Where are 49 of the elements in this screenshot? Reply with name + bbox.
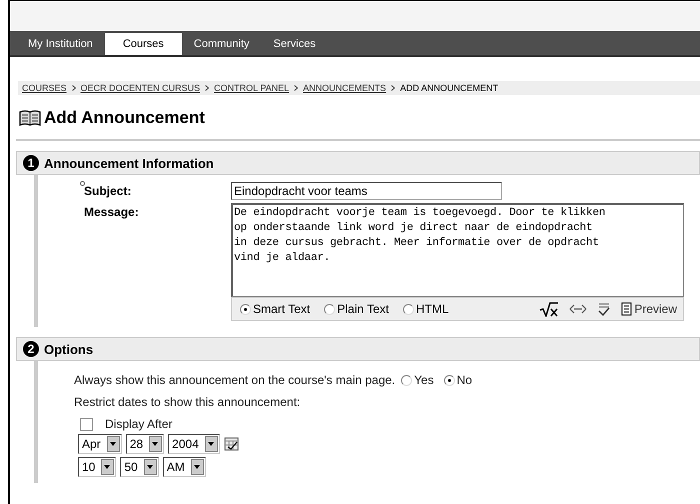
breadcrumb-link[interactable]: ANNOUNCEMENTS bbox=[303, 83, 386, 93]
radio-button[interactable] bbox=[444, 374, 455, 386]
radio-label: Plain Text bbox=[337, 302, 389, 316]
dropdown[interactable]: 50 bbox=[120, 457, 159, 477]
chevron-icon bbox=[205, 85, 210, 91]
dropdown[interactable]: Apr bbox=[78, 434, 122, 454]
checkbox-label: Display After bbox=[105, 417, 172, 431]
radio-label: Yes bbox=[414, 373, 434, 387]
radio-button[interactable] bbox=[401, 374, 412, 386]
radio-button[interactable] bbox=[240, 304, 251, 314]
radio-label: HTML bbox=[416, 302, 449, 316]
nav-tab[interactable]: My Institution bbox=[16, 33, 105, 55]
nav-tab[interactable]: Community bbox=[182, 33, 262, 55]
option-text: Restrict dates to show this announcement: bbox=[74, 395, 300, 409]
square-root-icon[interactable] bbox=[539, 301, 560, 317]
chevron-icon bbox=[391, 85, 396, 91]
page-title: Add Announcement bbox=[44, 108, 205, 128]
breadcrumb-link[interactable]: CONTROL PANEL bbox=[214, 83, 290, 93]
dropdown[interactable]: 28 bbox=[126, 434, 164, 454]
field-label: Message: bbox=[84, 204, 140, 221]
dropdown[interactable]: 10 bbox=[78, 457, 116, 477]
nav-tab[interactable]: Courses bbox=[104, 33, 182, 55]
dropdown[interactable]: AM bbox=[162, 457, 206, 477]
book-icon bbox=[19, 109, 41, 127]
input-field[interactable]: Eindopdracht voor teams bbox=[231, 182, 502, 200]
section-title: Announcement Information bbox=[44, 156, 214, 170]
breadcrumb-current: ADD ANNOUNCEMENT bbox=[400, 83, 498, 93]
breadcrumb-link[interactable]: COURSES bbox=[22, 83, 67, 93]
preview-button[interactable]: Preview bbox=[621, 302, 677, 316]
message-field[interactable]: De eindopdracht voorje team is toegevoegd. Door te klikken op onderstaande link word je direct naar de eindopdracht in deze cursus gebracht. Meer informatie over de opdracht vind je aldaar. bbox=[231, 203, 684, 297]
section-title: Options bbox=[44, 342, 94, 356]
radio-label: No bbox=[456, 373, 472, 387]
checkbox[interactable] bbox=[80, 418, 93, 430]
chevron-icon bbox=[294, 85, 298, 91]
nav-tab[interactable]: Services bbox=[261, 33, 328, 55]
step-number: 2 bbox=[23, 341, 39, 357]
field-label: Subject: bbox=[84, 184, 132, 198]
step-number: 1 bbox=[23, 155, 39, 171]
radio-button[interactable] bbox=[324, 304, 336, 314]
link-arrows-icon[interactable] bbox=[569, 304, 588, 314]
document-icon bbox=[621, 302, 634, 316]
radio-button[interactable] bbox=[402, 304, 414, 314]
radio-label: Smart Text bbox=[253, 302, 310, 316]
chevron-icon bbox=[72, 85, 76, 91]
option-text: Always show this announcement on the course's main page. bbox=[74, 373, 396, 387]
calendar-icon[interactable] bbox=[224, 437, 239, 451]
spellcheck-icon[interactable] bbox=[597, 302, 612, 316]
dropdown[interactable]: 2004 bbox=[168, 434, 220, 454]
breadcrumb-link[interactable]: OECR DOCENTEN CURSUS bbox=[80, 83, 200, 93]
